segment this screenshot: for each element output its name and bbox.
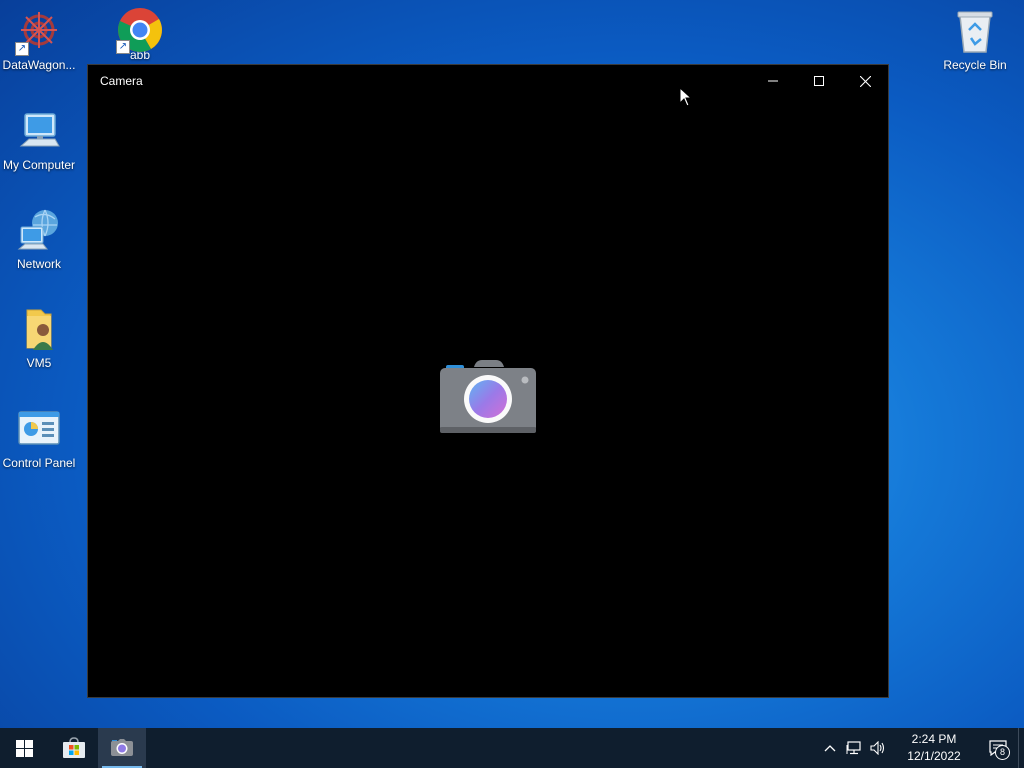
clock-button[interactable]: 2:24 PM 12/1/2022: [896, 731, 972, 765]
store-icon: [63, 737, 85, 758]
show-hidden-icons-button[interactable]: [818, 728, 842, 768]
taskbar-microsoft-store[interactable]: [50, 728, 98, 768]
chrome-icon: ↗: [116, 6, 164, 54]
speaker-icon: [870, 741, 885, 755]
desktop-icon-label: DataWagon...: [2, 58, 76, 72]
recycle-bin-icon: [951, 8, 999, 56]
shortcut-arrow-icon: ↗: [15, 42, 29, 56]
desktop-icon-label: My Computer: [2, 158, 76, 172]
desktop-icon-my-computer[interactable]: My Computer: [0, 108, 79, 172]
camera-app-logo-icon: [438, 357, 538, 437]
action-center-button[interactable]: 8: [978, 728, 1018, 768]
close-icon: [859, 75, 871, 87]
network-icon: [15, 207, 63, 255]
start-button[interactable]: [0, 728, 48, 768]
network-tray-icon: [846, 741, 861, 755]
taskbar-camera[interactable]: [98, 728, 146, 768]
notification-count-badge: 8: [995, 745, 1010, 760]
desktop-icon-control-panel[interactable]: Control Panel: [0, 406, 79, 470]
clock-time: 2:24 PM: [911, 732, 957, 746]
desktop-icon-recycle-bin[interactable]: Recycle Bin: [935, 8, 1015, 72]
volume-button[interactable]: [866, 728, 890, 768]
desktop-icon-datawagon[interactable]: ↗ DataWagon...: [0, 8, 79, 72]
desktop-icon-vm5[interactable]: VM5: [0, 306, 79, 370]
show-desktop-button[interactable]: [1018, 728, 1024, 768]
window-title: Camera: [100, 74, 143, 88]
computer-icon: [15, 108, 63, 156]
control-panel-icon: [15, 406, 63, 454]
network-status-button[interactable]: [842, 728, 866, 768]
desktop-icon-label: Recycle Bin: [943, 58, 1007, 72]
windows-icon: [15, 739, 33, 757]
chevron-up-icon: [824, 745, 836, 752]
taskbar: 2:24 PM 12/1/2022 8: [0, 728, 1024, 768]
camera-icon: [111, 739, 133, 756]
shortcut-arrow-icon: ↗: [116, 40, 130, 54]
system-tray: 2:24 PM 12/1/2022 8: [818, 728, 1024, 768]
title-bar[interactable]: Camera: [88, 65, 888, 97]
mouse-cursor-icon: [679, 87, 693, 107]
desktop-icon-label: Network: [16, 257, 61, 271]
desktop-icon-label: VM5: [26, 356, 52, 370]
desktop-icon-network[interactable]: Network: [0, 207, 79, 271]
camera-window[interactable]: Camera: [87, 64, 889, 698]
maximize-icon: [814, 76, 824, 86]
desktop-icon-label: Control Panel: [2, 456, 76, 470]
minimize-icon: [768, 80, 778, 82]
minimize-button[interactable]: [750, 65, 796, 97]
clock-date: 12/1/2022: [907, 749, 961, 763]
close-button[interactable]: [842, 65, 888, 97]
desktop-icon-chrome[interactable]: ↗ abb: [100, 6, 180, 62]
datawagon-icon: ↗: [15, 8, 63, 56]
maximize-button[interactable]: [796, 65, 842, 97]
user-folder-icon: [15, 306, 63, 354]
